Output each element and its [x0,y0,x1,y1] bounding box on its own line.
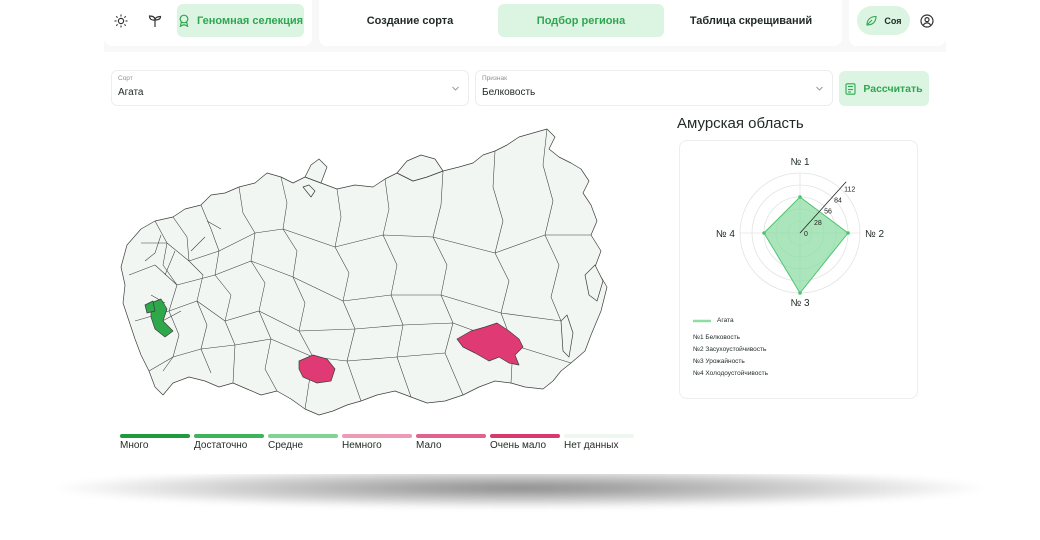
sprout-icon[interactable] [144,10,166,32]
radar-axis-legend-1: №1 Белковость [693,334,740,341]
radar-axis-label: № 1 [790,157,810,168]
legend-label: Много [120,440,149,451]
legend-label: Мало [416,440,442,451]
legend-item-no-data: Нет данных [564,434,634,454]
nav-left-panel: Геномная селекция [104,0,312,46]
radar-chart: 0 285684112 № 1 № 2 № 3 № 4 [716,157,885,309]
radar-legend-swatch [693,319,711,323]
radar-axis-legend-4: №4 Холодоустойчивость [693,370,769,377]
variety-caption: Сорт [118,75,133,82]
legend-bar [342,434,412,438]
legend-bar [490,434,560,438]
radar-axis-legend-3: №3 Урожайность [693,358,745,365]
radar-data-point [798,195,802,199]
legend-label: Достаточно [194,440,248,451]
radar-series-legend: Агата [717,317,734,324]
legend-item-little: Мало [416,434,486,454]
legend-item-many: Много [120,434,190,454]
calculator-icon [845,82,856,95]
radar-tick-label: 0 [804,231,808,238]
radar-tick-label: 28 [814,220,822,227]
legend-label: Нет данных [564,440,619,451]
region-title: Амурская область [677,115,804,132]
legend-bar [120,434,190,438]
russia-map[interactable] [115,125,615,420]
tab-variety-creation[interactable]: Создание сорта [333,4,487,37]
legend-item-very-little: Очень мало [490,434,560,454]
radar-axis-label: № 3 [790,298,810,309]
legend-label: Немного [342,440,382,451]
trait-caption: Признак [482,75,507,82]
chevron-down-icon [452,86,459,91]
sun-icon[interactable] [110,10,132,32]
trait-value: Белковость [482,87,536,98]
legend-item-medium: Средне [268,434,338,454]
radar-axis-label: № 4 [716,229,736,240]
nav-right-panel: Соя [849,0,946,46]
radar-data-point [762,231,766,235]
variety-select[interactable]: Сорт Агата [111,70,469,106]
crop-label: Соя [884,15,902,26]
radar-tick-label: 56 [824,209,832,216]
legend-bar [564,434,634,438]
legend-item-some: Немного [342,434,412,454]
calculate-button[interactable]: Рассчитать [839,71,929,106]
trait-select[interactable]: Признак Белковость [475,70,833,106]
crop-selector[interactable]: Соя [857,6,910,35]
leaf-icon [866,15,877,26]
map-mainland[interactable] [120,128,608,416]
legend-label: Очень мало [490,440,547,451]
tab-crossing-table[interactable]: Таблица скрещиваний [671,4,831,37]
legend-item-enough: Достаточно [194,434,264,454]
window-shadow [60,468,980,508]
radar-data-point [846,231,850,235]
radar-axis-legend-2: №2 Засухоустойчивость [693,346,767,353]
nav-tabs-panel: Создание сорта Подбор региона Таблица ск… [319,0,842,46]
legend-bar [268,434,338,438]
radar-axis-label: № 2 [865,229,885,240]
radar-tick-label: 84 [834,198,842,205]
radar-data-point [798,291,802,295]
user-icon[interactable] [916,10,938,32]
legend-bar [194,434,264,438]
genomic-selection-label: Геномная селекция [196,14,304,27]
radar-series-area [763,196,849,294]
chevron-down-icon [816,86,823,91]
legend-label: Средне [268,440,304,451]
radar-tick-label: 112 [844,186,855,193]
tab-region-selection[interactable]: Подбор региона [498,4,664,37]
variety-value: Агата [118,87,144,98]
tab-label: Подбор региона [536,14,626,27]
tab-label: Создание сорта [366,14,454,27]
legend-bar [416,434,486,438]
tab-label: Таблица скрещиваний [689,14,813,27]
award-icon [179,14,189,27]
calculate-label: Рассчитать [863,82,923,95]
genomic-selection-button[interactable]: Геномная селекция [177,4,304,37]
